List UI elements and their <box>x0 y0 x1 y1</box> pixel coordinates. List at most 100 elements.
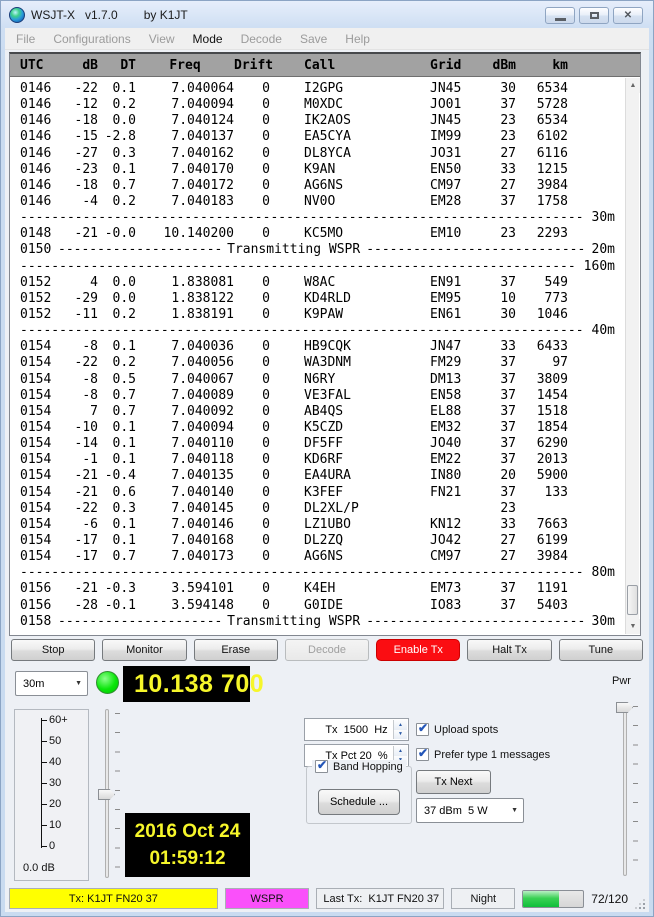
cell-drift: 0 <box>234 501 274 517</box>
upload-spots-label: Upload spots <box>434 724 498 736</box>
stop-button[interactable]: Stop <box>11 639 95 661</box>
cell-dbm: 20 <box>486 468 516 484</box>
band-separator-row[interactable]: ----------------------------------------… <box>20 323 625 339</box>
decode-row[interactable]: 0154-220.37.0401450DL2XL/P23 <box>20 501 625 517</box>
decode-row[interactable]: 0146-120.27.0400940M0XDCJO01375728 <box>20 97 625 113</box>
cell-km: 1854 <box>516 420 568 436</box>
close-button[interactable]: ✕ <box>613 7 643 24</box>
schedule-button[interactable]: Schedule ... <box>318 789 400 815</box>
scroll-down-icon[interactable]: ▼ <box>626 619 640 634</box>
enable-tx-button[interactable]: Enable Tx <box>376 639 460 661</box>
pwr-slider[interactable] <box>615 700 641 878</box>
decode-row[interactable]: 0154-21-0.47.0401350EA4URAIN80205900 <box>20 468 625 484</box>
decode-row[interactable]: 0154-220.27.0400560WA3DNMFM293797 <box>20 355 625 371</box>
rx-gain-slider[interactable] <box>97 707 123 880</box>
tx-frequency-spinner[interactable]: Tx 1500 Hz ▲ ▼ <box>304 718 409 741</box>
decode-row[interactable]: 0154-80.77.0400890VE3FALEN58371454 <box>20 388 625 404</box>
menu-bar: FileConfigurationsViewModeDecodeSaveHelp <box>5 28 649 50</box>
tune-button[interactable]: Tune <box>559 639 643 661</box>
decode-row[interactable]: 0154-80.57.0400670N6RYDM13373809 <box>20 372 625 388</box>
decode-row[interactable]: 0154-210.67.0401400K3FEFFN2137133 <box>20 485 625 501</box>
decode-row[interactable]: 0146-180.07.0401240IK2AOSJN45236534 <box>20 113 625 129</box>
prefer-type1-checkbox[interactable]: ✔ Prefer type 1 messages <box>416 748 550 761</box>
decode-row[interactable]: 0154-60.17.0401460LZ1UBOKN12337663 <box>20 517 625 533</box>
decode-row[interactable]: 0148-21-0.010.1402000KC5MOEM10232293 <box>20 226 625 242</box>
monitor-button[interactable]: Monitor <box>102 639 186 661</box>
spin-up-icon[interactable]: ▲ <box>394 746 407 756</box>
scrollbar[interactable]: ▲ ▼ <box>625 78 639 634</box>
menu-item-mode[interactable]: Mode <box>184 29 232 49</box>
menu-item-configurations[interactable]: Configurations <box>44 29 139 49</box>
client-area: UTCdBDTFreqDriftCallGriddBmkm 0146-220.1… <box>5 50 649 912</box>
header-utc[interactable]: UTC <box>20 58 58 73</box>
header-db[interactable]: dB <box>58 58 98 73</box>
slider-handle[interactable] <box>98 789 115 800</box>
decode-row[interactable]: 0152-110.21.8381910K9PAWEN61301046 <box>20 307 625 323</box>
cell-utc: 0154 <box>20 388 58 404</box>
menu-item-view[interactable]: View <box>140 29 184 49</box>
tx-next-button[interactable]: Tx Next <box>416 770 491 794</box>
decode-row[interactable]: 0154-10.17.0401180KD6RFEM22372013 <box>20 452 625 468</box>
header-grid[interactable]: Grid <box>430 58 486 73</box>
header-drift[interactable]: Drift <box>234 58 274 73</box>
upload-spots-checkbox[interactable]: ✔ Upload spots <box>416 723 498 736</box>
decode-row[interactable]: 0156-28-0.13.5941480G0IDEIO83375403 <box>20 598 625 614</box>
decode-button[interactable]: Decode <box>285 639 369 661</box>
decode-row[interactable]: 0154-80.17.0400360HB9CQKJN47336433 <box>20 339 625 355</box>
decode-row[interactable]: 0152-290.01.8381220KD4RLDEM9510773 <box>20 291 625 307</box>
header-call[interactable]: Call <box>274 58 430 73</box>
title-bar[interactable]: WSJT-X v1.7.0 by K1JT ✕ <box>5 1 649 28</box>
cell-drift: 0 <box>234 598 274 614</box>
header-dt[interactable]: DT <box>98 58 136 73</box>
decode-row[interactable]: 015470.77.0400920AB4QSEL88371518 <box>20 404 625 420</box>
decode-row[interactable]: 0154-140.17.0401100DF5FFJO40376290 <box>20 436 625 452</box>
cell-call: EA5CYA <box>274 129 430 145</box>
spin-up-icon[interactable]: ▲ <box>394 720 407 730</box>
header-km[interactable]: km <box>516 58 568 73</box>
transmitting-row[interactable]: 0158------------------------------------… <box>20 614 625 630</box>
maximize-button[interactable] <box>579 7 609 24</box>
header-dbm[interactable]: dBm <box>486 58 516 73</box>
decode-row[interactable]: 0146-40.27.0401830NV0OEM28371758 <box>20 194 625 210</box>
decode-row[interactable]: 0146-230.17.0401700K9ANEN50331215 <box>20 162 625 178</box>
slider-handle[interactable] <box>616 702 633 713</box>
band-separator-row[interactable]: ----------------------------------------… <box>20 565 625 581</box>
cell-dbm: 23 <box>486 226 516 242</box>
tx-power-selector[interactable]: 37 dBm 5 W ▼ <box>416 798 524 823</box>
menu-item-file[interactable]: File <box>7 29 44 49</box>
decode-row[interactable]: 0154-170.77.0401730AG6NSCM97273984 <box>20 549 625 565</box>
spin-down-icon[interactable]: ▼ <box>394 730 407 740</box>
decode-row[interactable]: 0146-180.77.0401720AG6NSCM97273984 <box>20 178 625 194</box>
decode-row[interactable]: 0156-21-0.33.5941010K4EHEM73371191 <box>20 581 625 597</box>
menu-item-save[interactable]: Save <box>291 29 336 49</box>
decode-row[interactable]: 0146-270.37.0401620DL8YCAJO31276116 <box>20 146 625 162</box>
decode-row[interactable]: 015240.01.8380810W8ACEN9137549 <box>20 275 625 291</box>
decode-row[interactable]: 0146-220.17.0400640I2GPGJN45306534 <box>20 81 625 97</box>
cell-dt: -0.1 <box>98 598 136 614</box>
band-selector[interactable]: 30m ▼ <box>15 671 88 696</box>
minimize-button[interactable] <box>545 7 575 24</box>
decode-row[interactable]: 0154-100.17.0400940K5CZDEM32371854 <box>20 420 625 436</box>
cell-freq: 7.040173 <box>136 549 234 565</box>
separator-band-label: 40m <box>584 323 615 339</box>
decodes-body[interactable]: 0146-220.17.0400640I2GPGJN453065340146-1… <box>10 78 625 635</box>
erase-button[interactable]: Erase <box>194 639 278 661</box>
window-controls: ✕ <box>545 7 643 24</box>
band-hopping-checkbox[interactable]: ✔ Band Hopping <box>312 760 406 773</box>
cell-utc: 0154 <box>20 468 58 484</box>
cell-db: -21 <box>58 485 98 501</box>
halt-tx-button[interactable]: Halt Tx <box>467 639 551 661</box>
band-separator-row[interactable]: ----------------------------------------… <box>20 259 625 275</box>
resize-grip[interactable] <box>635 899 645 909</box>
header-freq[interactable]: Freq <box>136 58 234 73</box>
decode-row[interactable]: 0154-170.17.0401680DL2ZQJO42276199 <box>20 533 625 549</box>
menu-item-decode[interactable]: Decode <box>232 29 291 49</box>
scroll-up-icon[interactable]: ▲ <box>626 78 640 93</box>
transmitting-row[interactable]: 0150------------------------------------… <box>20 242 625 258</box>
decode-row[interactable]: 0146-15-2.87.0401370EA5CYAIM99236102 <box>20 129 625 145</box>
datetime-display: 2016 Oct 24 01:59:12 <box>125 813 250 877</box>
scroll-thumb[interactable] <box>627 585 638 615</box>
band-separator-row[interactable]: ----------------------------------------… <box>20 210 625 226</box>
menu-item-help[interactable]: Help <box>336 29 379 49</box>
cell-db: -22 <box>58 81 98 97</box>
